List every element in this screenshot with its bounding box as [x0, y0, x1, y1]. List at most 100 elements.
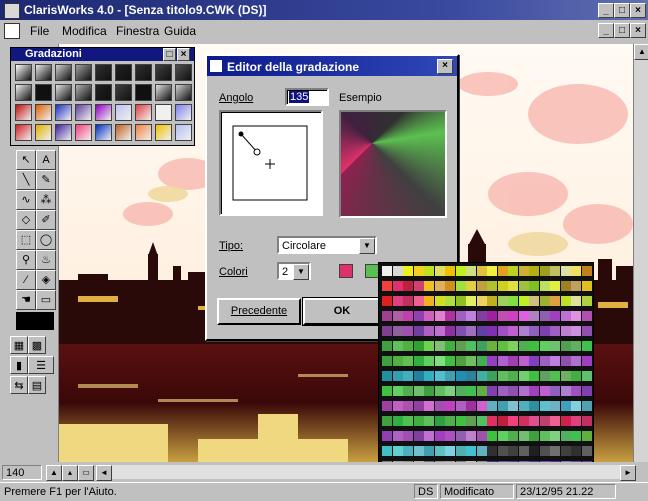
- color-cell[interactable]: [382, 281, 392, 291]
- color-cell[interactable]: [382, 341, 392, 351]
- color-cell[interactable]: [413, 416, 424, 426]
- color-cell[interactable]: [403, 311, 413, 321]
- color-cell[interactable]: [487, 401, 497, 411]
- color-cell[interactable]: [581, 431, 592, 441]
- color-cell[interactable]: [539, 401, 550, 411]
- color-cell[interactable]: [581, 386, 592, 396]
- gradient-swatch[interactable]: [95, 64, 112, 81]
- color-cell[interactable]: [476, 356, 487, 366]
- chevron-down-icon[interactable]: ▼: [359, 238, 375, 254]
- color-cell[interactable]: [424, 341, 434, 351]
- color-cell[interactable]: [455, 281, 466, 291]
- color-cell[interactable]: [560, 281, 571, 291]
- color-cell[interactable]: [455, 386, 466, 396]
- gradient-swatch[interactable]: [55, 124, 72, 141]
- color-cell[interactable]: [487, 281, 497, 291]
- color-cell[interactable]: [403, 356, 413, 366]
- color-cell[interactable]: [571, 296, 581, 306]
- color-cell[interactable]: [403, 341, 413, 351]
- freehand-tool-icon[interactable]: ∿: [16, 190, 36, 210]
- color-cell[interactable]: [497, 311, 508, 321]
- color-cell[interactable]: [403, 281, 413, 291]
- color-cell[interactable]: [466, 266, 476, 276]
- color-cell[interactable]: [392, 386, 403, 396]
- color-cell[interactable]: [497, 281, 508, 291]
- color-cell[interactable]: [571, 446, 581, 456]
- color-cell[interactable]: [424, 266, 434, 276]
- color-cell[interactable]: [539, 416, 550, 426]
- spray-tool-icon[interactable]: ⁂: [36, 190, 56, 210]
- line-tool-icon[interactable]: ╲: [16, 170, 36, 190]
- color-cell[interactable]: [455, 296, 466, 306]
- color-cell[interactable]: [550, 326, 560, 336]
- color-cell[interactable]: [497, 431, 508, 441]
- color-cell[interactable]: [518, 386, 529, 396]
- dialog-title-bar[interactable]: Editor della gradazione ×: [207, 56, 457, 76]
- color-cell[interactable]: [550, 386, 560, 396]
- previous-button[interactable]: Precedente: [217, 298, 301, 325]
- color-cell[interactable]: [413, 386, 424, 396]
- color-cell[interactable]: [434, 446, 445, 456]
- color-cell[interactable]: [445, 386, 455, 396]
- color-cell[interactable]: [581, 416, 592, 426]
- color-cell[interactable]: [434, 341, 445, 351]
- color-cell[interactable]: [392, 446, 403, 456]
- color-cell[interactable]: [413, 356, 424, 366]
- color-cell[interactable]: [476, 281, 487, 291]
- color-cell[interactable]: [518, 341, 529, 351]
- color-cell[interactable]: [434, 266, 445, 276]
- zoom-in-icon[interactable]: ▴: [62, 465, 78, 481]
- color-cell[interactable]: [518, 281, 529, 291]
- color-cell[interactable]: [560, 416, 571, 426]
- color-cell[interactable]: [445, 311, 455, 321]
- color-cell[interactable]: [508, 326, 518, 336]
- color-cell[interactable]: [529, 371, 539, 381]
- pencil-tool-icon[interactable]: ✐: [36, 210, 56, 230]
- color-cell[interactable]: [497, 386, 508, 396]
- document-icon[interactable]: [4, 23, 20, 39]
- color-cell[interactable]: [508, 356, 518, 366]
- color-cell[interactable]: [487, 431, 497, 441]
- gradient-swatch[interactable]: [15, 124, 32, 141]
- color-cell[interactable]: [413, 341, 424, 351]
- color-cell[interactable]: [560, 311, 571, 321]
- gradient-swatch[interactable]: [35, 84, 52, 101]
- line-width-icon[interactable]: ☰: [28, 356, 54, 374]
- color-cell[interactable]: [539, 446, 550, 456]
- color-cell[interactable]: [487, 326, 497, 336]
- color-cell[interactable]: [560, 431, 571, 441]
- color-cell[interactable]: [392, 281, 403, 291]
- color-cell[interactable]: [476, 401, 487, 411]
- dialog-close-button[interactable]: ×: [437, 59, 453, 74]
- color-cell[interactable]: [508, 311, 518, 321]
- doc-close-button[interactable]: ×: [630, 23, 646, 38]
- color-cell[interactable]: [539, 431, 550, 441]
- color-cell[interactable]: [392, 401, 403, 411]
- color-cell[interactable]: [529, 356, 539, 366]
- color-cell[interactable]: [413, 431, 424, 441]
- color-cell[interactable]: [382, 311, 392, 321]
- color-cell[interactable]: [445, 371, 455, 381]
- color-cell[interactable]: [403, 326, 413, 336]
- color-cell[interactable]: [455, 416, 466, 426]
- color-cell[interactable]: [424, 281, 434, 291]
- color-cell[interactable]: [434, 401, 445, 411]
- color-cell[interactable]: [382, 431, 392, 441]
- color-cell[interactable]: [518, 326, 529, 336]
- wand-tool-icon[interactable]: ⚲: [16, 250, 36, 270]
- color-cell[interactable]: [508, 401, 518, 411]
- color-cell[interactable]: [550, 401, 560, 411]
- color-cell[interactable]: [466, 416, 476, 426]
- gradient-swatch[interactable]: [55, 64, 72, 81]
- color-cell[interactable]: [497, 266, 508, 276]
- color-cell[interactable]: [518, 356, 529, 366]
- color-cell[interactable]: [424, 386, 434, 396]
- color-cell[interactable]: [445, 281, 455, 291]
- color-cell[interactable]: [560, 386, 571, 396]
- color-cell[interactable]: [413, 296, 424, 306]
- color-cell[interactable]: [445, 356, 455, 366]
- color-cell[interactable]: [455, 401, 466, 411]
- gradient-swatch[interactable]: [15, 84, 32, 101]
- gradient-swatch[interactable]: [35, 124, 52, 141]
- fill-palette-icon[interactable]: ▦: [10, 336, 28, 354]
